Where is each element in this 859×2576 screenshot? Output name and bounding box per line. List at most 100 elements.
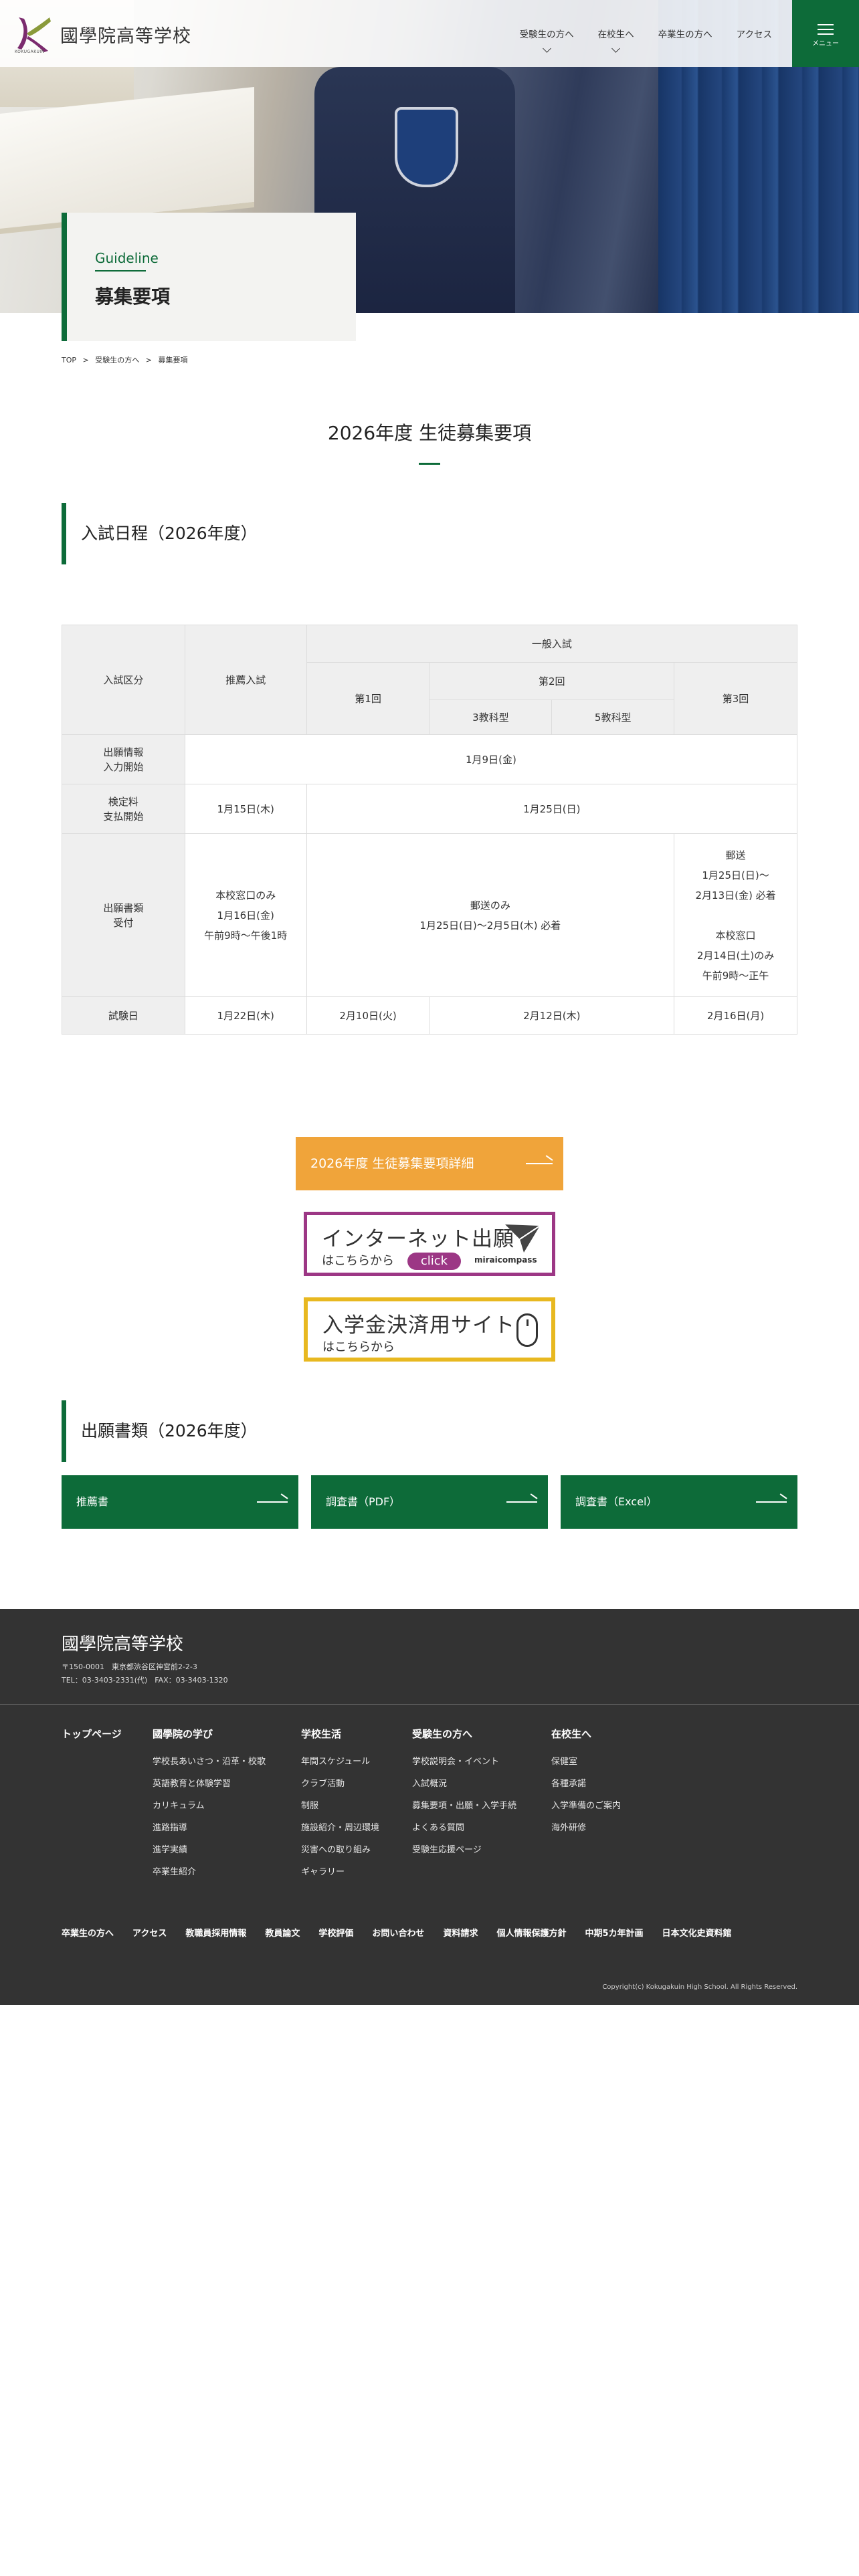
footer-link[interactable]: 学校説明会・イベント: [412, 1754, 516, 1767]
footer-link[interactable]: 卒業生の方へ: [62, 1926, 114, 1939]
footer-link[interactable]: 進路指導: [153, 1820, 266, 1833]
footer-link[interactable]: アクセス: [132, 1926, 167, 1939]
main-heading: 2026年度 生徒募集要項: [327, 422, 532, 444]
table-cell: 1月25日(日): [306, 784, 798, 834]
nav-label: 在校生へ: [597, 29, 634, 40]
logo-text: 國學院高等学校: [60, 26, 191, 47]
table-header: 一般入試: [306, 625, 798, 663]
footer-link[interactable]: 卒業生紹介: [153, 1864, 266, 1877]
footer-link[interactable]: 学校評価: [318, 1926, 353, 1939]
page-title-box: Guideline 募集要項: [62, 213, 356, 341]
guideline-detail-button[interactable]: 2026年度 生徒募集要項詳細: [296, 1137, 563, 1190]
footer-link[interactable]: カリキュラム: [153, 1798, 266, 1811]
footer-col-head[interactable]: トップページ: [62, 1727, 122, 1741]
click-badge: click: [407, 1253, 461, 1270]
table-header: 第1回: [306, 662, 430, 735]
button-label: 推薦書: [76, 1495, 109, 1508]
footer-sub-links: 卒業生の方へ アクセス 教職員採用情報 教員論文 学校評価 お問い合わせ 資料請…: [62, 1926, 751, 1939]
footer-link[interactable]: 保健室: [551, 1754, 621, 1767]
breadcrumb-sep: >: [82, 356, 89, 364]
arrow-right-icon: [526, 1163, 553, 1164]
page-title-en: Guideline: [95, 250, 159, 266]
footer-col-head[interactable]: 学校生活: [301, 1727, 379, 1741]
title-underline: [95, 270, 146, 272]
doc-button-recommendation[interactable]: 推薦書: [62, 1475, 298, 1529]
arrow-right-icon: [756, 1501, 787, 1503]
footer-col-head[interactable]: 國學院の学び: [153, 1727, 266, 1741]
menu-button[interactable]: メニュー: [792, 0, 859, 67]
global-nav: 受験生の方へ 在校生へ 卒業生の方へ アクセス: [496, 27, 772, 53]
footer-link[interactable]: ギャラリー: [301, 1864, 379, 1877]
footer-link[interactable]: 資料請求: [443, 1926, 478, 1939]
table-header: 第2回: [429, 662, 675, 700]
footer-link[interactable]: 年間スケジュール: [301, 1754, 379, 1767]
footer-link[interactable]: クラブ活動: [301, 1776, 379, 1789]
footer-link[interactable]: 個人情報保護方針: [496, 1926, 566, 1939]
footer-col-head[interactable]: 在校生へ: [551, 1727, 621, 1741]
footer-link[interactable]: 海外研修: [551, 1820, 621, 1833]
footer-col-school-life: 学校生活 年間スケジュール クラブ活動 制服 施設紹介・周辺環境 災害への取り組…: [301, 1727, 379, 1887]
footer-link[interactable]: 受験生応援ページ: [412, 1842, 516, 1855]
row-label: 出願情報 入力開始: [62, 734, 185, 784]
footer-col-applicants: 受験生の方へ 学校説明会・イベント 入試概況 募集要項・出願・入学手続 よくある…: [412, 1727, 516, 1864]
miraicompass-logo: miraicompass: [474, 1255, 537, 1265]
table-header: 入試区分: [62, 625, 185, 735]
button-label: 調査書（PDF）: [326, 1495, 401, 1508]
title-accent-bar: [62, 213, 67, 341]
table-header: 推薦入試: [184, 625, 307, 735]
footer-link[interactable]: 制服: [301, 1798, 379, 1811]
footer-link[interactable]: よくある質問: [412, 1820, 516, 1833]
table-cell: 2月10日(火): [306, 996, 430, 1035]
footer-link[interactable]: 入学準備のご案内: [551, 1798, 621, 1811]
breadcrumb-current: 募集要項: [158, 356, 188, 364]
footer-link[interactable]: 日本文化史資料館: [662, 1926, 732, 1939]
breadcrumb-top[interactable]: TOP: [62, 356, 76, 364]
footer-link[interactable]: 学校長あいさつ・沿革・校歌: [153, 1754, 266, 1767]
paper-plane-icon: [505, 1224, 541, 1253]
row-label: 出願書類 受付: [62, 833, 185, 997]
footer-link[interactable]: 災害への取り組み: [301, 1842, 379, 1855]
banner-subtitle: はこちらから: [322, 1340, 395, 1354]
footer-link[interactable]: 各種承諾: [551, 1776, 621, 1789]
doc-button-report-excel[interactable]: 調査書（Excel）: [561, 1475, 797, 1529]
hero-emblem: [395, 107, 458, 187]
table-cell: 郵送のみ 1月25日(日)～2月5日(木) 必着: [306, 833, 675, 997]
footer-link[interactable]: 進学実績: [153, 1842, 266, 1855]
footer-contact: TEL：03-3403-2331(代) FAX：03-3403-1320: [62, 1676, 228, 1685]
footer-link[interactable]: 教員論文: [265, 1926, 300, 1939]
footer-link[interactable]: 中期5カ年計画: [585, 1926, 643, 1939]
footer-school-name[interactable]: 國學院高等学校: [62, 1630, 183, 1655]
copyright: Copyright(c) Kokugakuin High School. All…: [602, 1983, 797, 1991]
nav-students[interactable]: 在校生へ: [597, 27, 634, 53]
menu-label: メニュー: [812, 40, 839, 47]
nav-applicants[interactable]: 受験生の方へ: [519, 27, 574, 53]
footer-link[interactable]: お問い合わせ: [372, 1926, 424, 1939]
footer-link[interactable]: 教職員採用情報: [185, 1926, 246, 1939]
site-header: KOKUGAKUIN 國學院高等学校 受験生の方へ 在校生へ 卒業生の方へ アク…: [0, 0, 859, 67]
hamburger-icon: [818, 24, 834, 38]
footer-col-head[interactable]: 受験生の方へ: [412, 1727, 516, 1741]
breadcrumb-applicants[interactable]: 受験生の方へ: [95, 356, 139, 364]
table-cell: 1月15日(木): [184, 784, 307, 834]
footer-link[interactable]: 募集要項・出願・入学手続: [412, 1798, 516, 1811]
footer-link[interactable]: 入試概況: [412, 1776, 516, 1789]
section-heading-schedule: 入試日程（2026年度）: [62, 503, 396, 564]
footer-link[interactable]: 施設紹介・周辺環境: [301, 1820, 379, 1833]
table-cell: 1月9日(金): [184, 734, 798, 784]
site-logo[interactable]: KOKUGAKUIN 國學院高等学校: [12, 13, 191, 55]
table-cell: 郵送 1月25日(日)～ 2月13日(金) 必着 本校窓口 2月14日(土)のみ…: [674, 833, 797, 997]
footer-link[interactable]: 英語教育と体験学習: [153, 1776, 266, 1789]
section-heading-documents: 出願書類（2026年度）: [62, 1400, 396, 1462]
button-label: 2026年度 生徒募集要項詳細: [310, 1156, 474, 1171]
internet-application-banner[interactable]: インターネット出願 はこちらから click miraicompass: [304, 1212, 555, 1276]
nav-label: 受験生の方へ: [519, 29, 574, 40]
logo-mark-icon: KOKUGAKUIN: [12, 13, 54, 55]
doc-button-report-pdf[interactable]: 調査書（PDF）: [311, 1475, 548, 1529]
table-header: 第3回: [674, 662, 797, 735]
payment-site-banner[interactable]: 入学金決済用サイト はこちらから: [304, 1297, 555, 1362]
button-label: 調査書（Excel）: [575, 1495, 658, 1508]
nav-alumni[interactable]: 卒業生の方へ: [658, 27, 712, 51]
nav-access[interactable]: アクセス: [737, 27, 772, 51]
table-cell: 2月16日(月): [674, 996, 797, 1035]
mouse-icon: [516, 1313, 538, 1347]
